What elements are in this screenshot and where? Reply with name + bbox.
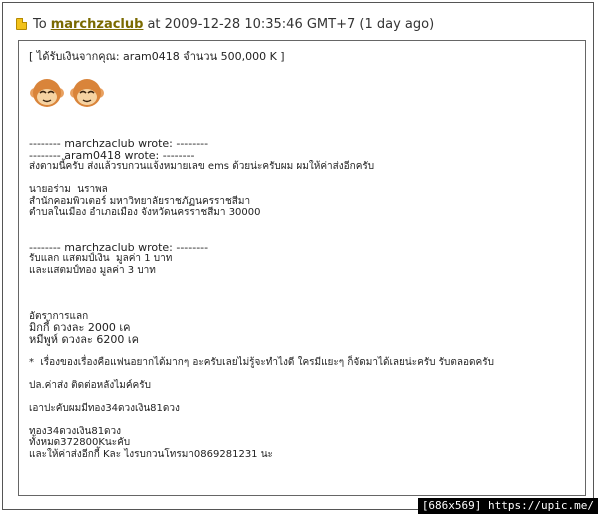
address-line: สำนักคอมพิวเตอร์ มหาวิทยาลัยราชภัฏนครราช… [29, 195, 251, 207]
transfer-notice: [ ได้รับเงินจากคุณ: aram0418 จำนวน 500,0… [29, 50, 285, 63]
emoticon-row [29, 75, 577, 111]
ps-line: ปล.ค่าส่ง ติดต่อหลังไมค์ครับ [29, 379, 151, 391]
summary-line: และให้ค่าส่งอีกกี้ Kละ ไงรบกวนโทรมา08692… [29, 448, 273, 460]
message-note-icon [16, 18, 27, 30]
rate-line: หมีพูห์ ดวงละ 6200 เค [29, 332, 139, 346]
summary-line: ทอง34ดวงเงิน81ดวง [29, 425, 122, 437]
recipient-link[interactable]: marchzaclub [51, 17, 144, 32]
quote-header: -------- marchzaclub wrote: -------- [29, 137, 209, 150]
summary-line: ทั้งหมด372800Kนะคับ [29, 437, 131, 448]
monkey-emoticon-icon [30, 78, 64, 107]
quote-header: -------- aram0418 wrote: -------- [29, 148, 195, 162]
note-line: * เรื่องของเรื่องคือแฟนอยากได้มากๆ อะครั… [29, 356, 494, 368]
to-label: To [33, 16, 47, 32]
upic-watermark: [686x569] https://upic.me/ [417, 498, 598, 514]
address-line: ตำบลในเมือง อำเภอเมือง จังหวัดนครราชสีมา… [29, 207, 261, 218]
reply-line: เอาปะคับผมมีทอง34ดวงเงิน81ดวง [29, 402, 180, 414]
quote-header: -------- marchzaclub wrote: -------- [29, 240, 209, 254]
message-timestamp: at 2009-12-28 10:35:46 GMT+7 (1 day ago) [147, 16, 435, 32]
rate-line: มิกกี้ ดวงละ 2000 เค [29, 321, 131, 334]
message-header: To marchzaclub at 2009-12-28 10:35:46 GM… [16, 15, 434, 33]
shipping-request: ส่งตามนี้ครับ ส่งแล้วรบกวนแจ้งหมายเลข em… [29, 161, 375, 172]
message-content: [ ได้รับเงินจากคุณ: aram0418 จำนวน 500,0… [29, 51, 577, 460]
price-line: และแสตมป์ทอง มูลค่า 3 บาท [29, 264, 156, 276]
message-body-box: [ ได้รับเงินจากคุณ: aram0418 จำนวน 500,0… [18, 40, 586, 496]
address-line: นายอร่าม นราพล [29, 184, 108, 195]
monkey-emoticon-icon [70, 78, 104, 107]
price-line: รับแลก แสตมป์เงิน มูลค่า 1 บาท [29, 253, 173, 264]
